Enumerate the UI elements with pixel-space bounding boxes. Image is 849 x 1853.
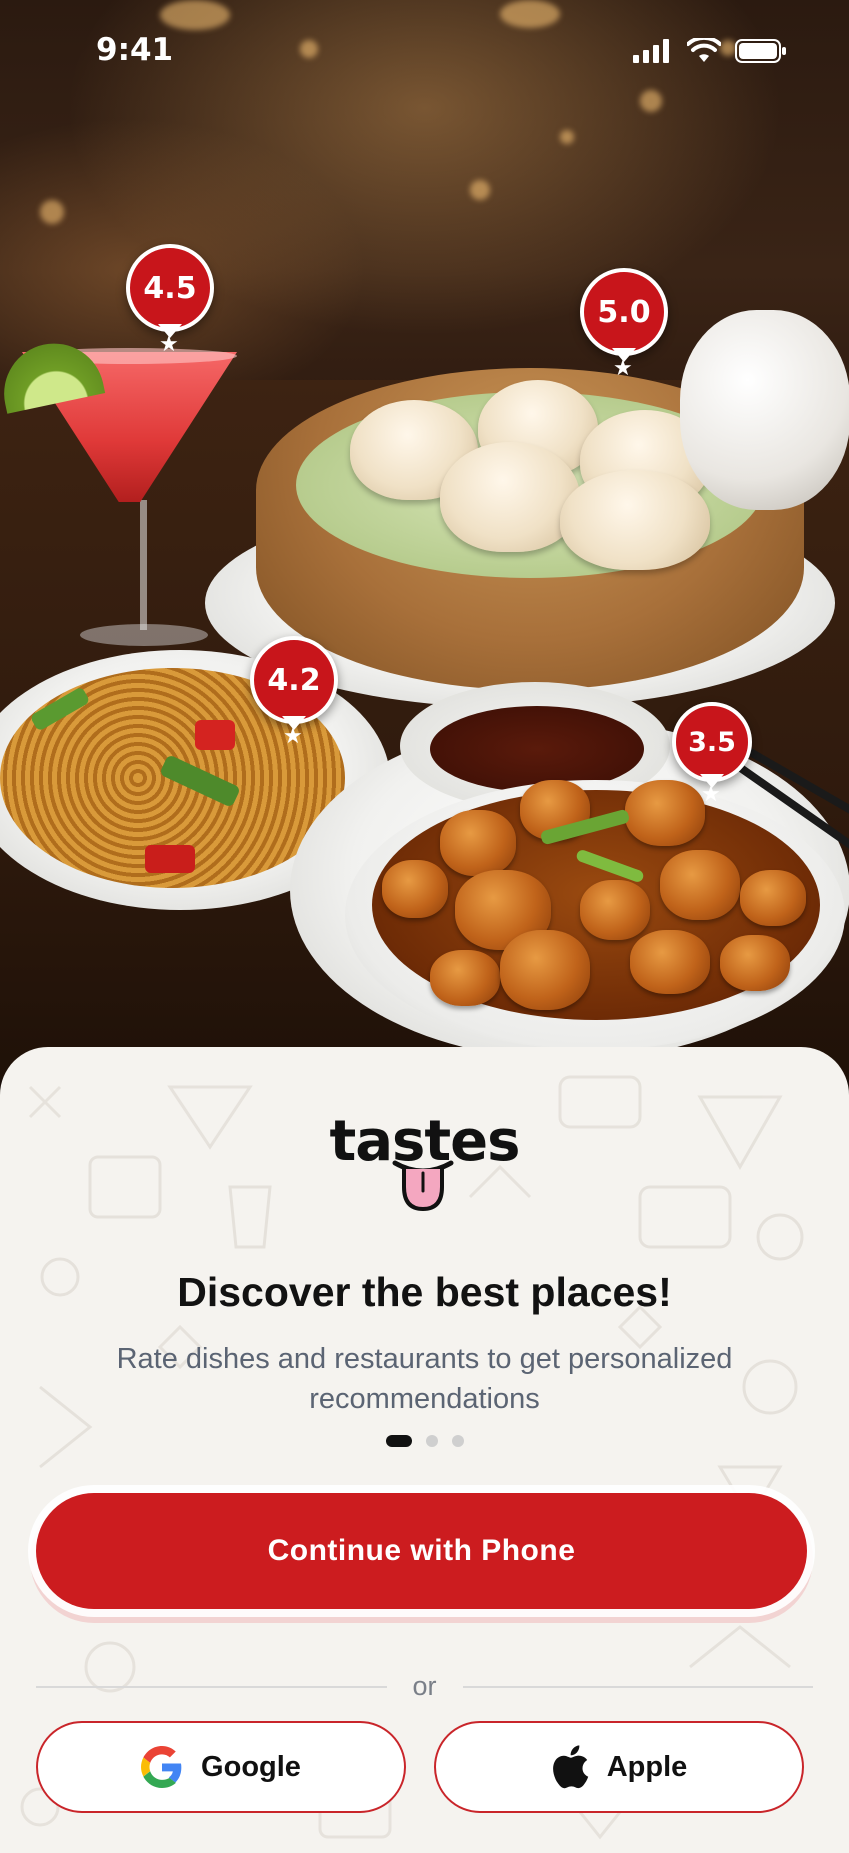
google-label: Google (201, 1750, 301, 1783)
apple-label: Apple (606, 1750, 688, 1783)
bokeh-light (40, 200, 64, 224)
glass-stem (140, 500, 147, 630)
tongue-icon (392, 1160, 454, 1212)
or-label: or (412, 1671, 437, 1701)
bokeh-light (160, 0, 230, 30)
google-signin-button[interactable]: Google (36, 1721, 406, 1813)
star-icon: ★ (701, 782, 721, 807)
wifi-icon (687, 38, 721, 62)
battery-icon (735, 39, 786, 63)
bokeh-light (500, 0, 560, 28)
chicken-piece (382, 860, 448, 918)
bokeh-light (470, 180, 490, 200)
chicken-piece (660, 850, 740, 920)
rating-value: 4.5 (126, 244, 214, 332)
onboarding-sheet: tastes Discover the best places! Rate di… (0, 1047, 849, 1853)
chicken-piece (630, 930, 710, 994)
star-icon: ★ (613, 356, 633, 381)
rating-pin-cocktail[interactable]: 4.5 ★ (126, 244, 214, 357)
page-dot-active[interactable] (385, 1435, 412, 1447)
star-icon: ★ (159, 332, 179, 357)
continue-with-phone-button[interactable]: Continue with Phone (36, 1493, 807, 1609)
signal-icon (633, 39, 669, 63)
status-time: 9:41 (96, 32, 174, 68)
bokeh-light (640, 90, 662, 112)
page-subtitle: Rate dishes and restaurants to get perso… (116, 1343, 733, 1415)
status-icons (633, 38, 787, 64)
hero-food-photo: 4.5 ★ 5.0 ★ 4.2 ★ 3.5 ★ 9:41 (0, 0, 849, 1080)
apple-icon (552, 1745, 588, 1789)
rating-value: 3.5 (672, 702, 752, 782)
rating-pin-chicken[interactable]: 3.5 ★ (672, 702, 760, 812)
chicken-piece (580, 880, 650, 940)
google-icon (141, 1746, 182, 1788)
rating-pin-dumplings[interactable]: 5.0 ★ (580, 268, 668, 381)
red-pepper (195, 720, 235, 750)
rating-value: 5.0 (580, 268, 668, 356)
apple-signin-button[interactable]: Apple (434, 1721, 804, 1813)
star-icon: ★ (283, 724, 303, 749)
bokeh-light (300, 40, 318, 58)
page-dot[interactable] (425, 1435, 438, 1447)
divider-line (36, 1685, 387, 1688)
chicken-piece (720, 935, 790, 991)
page-dot[interactable] (451, 1435, 464, 1447)
chicken-piece (440, 810, 516, 876)
page-indicator[interactable] (0, 1435, 849, 1447)
rating-value: 4.2 (250, 636, 338, 724)
or-divider: or (36, 1671, 814, 1702)
rating-pin-noodles[interactable]: 4.2 ★ (250, 636, 338, 749)
dipping-sauce (430, 706, 644, 792)
page-title: Discover the best places! (177, 1269, 672, 1315)
chicken-piece (430, 950, 500, 1006)
dumpling (440, 442, 580, 552)
dumpling (560, 470, 710, 570)
chicken-piece (500, 930, 590, 1010)
bokeh-light (560, 130, 574, 144)
teapot (680, 310, 849, 510)
divider-line (462, 1685, 814, 1688)
red-pepper (145, 845, 195, 873)
chicken-piece (740, 870, 806, 926)
